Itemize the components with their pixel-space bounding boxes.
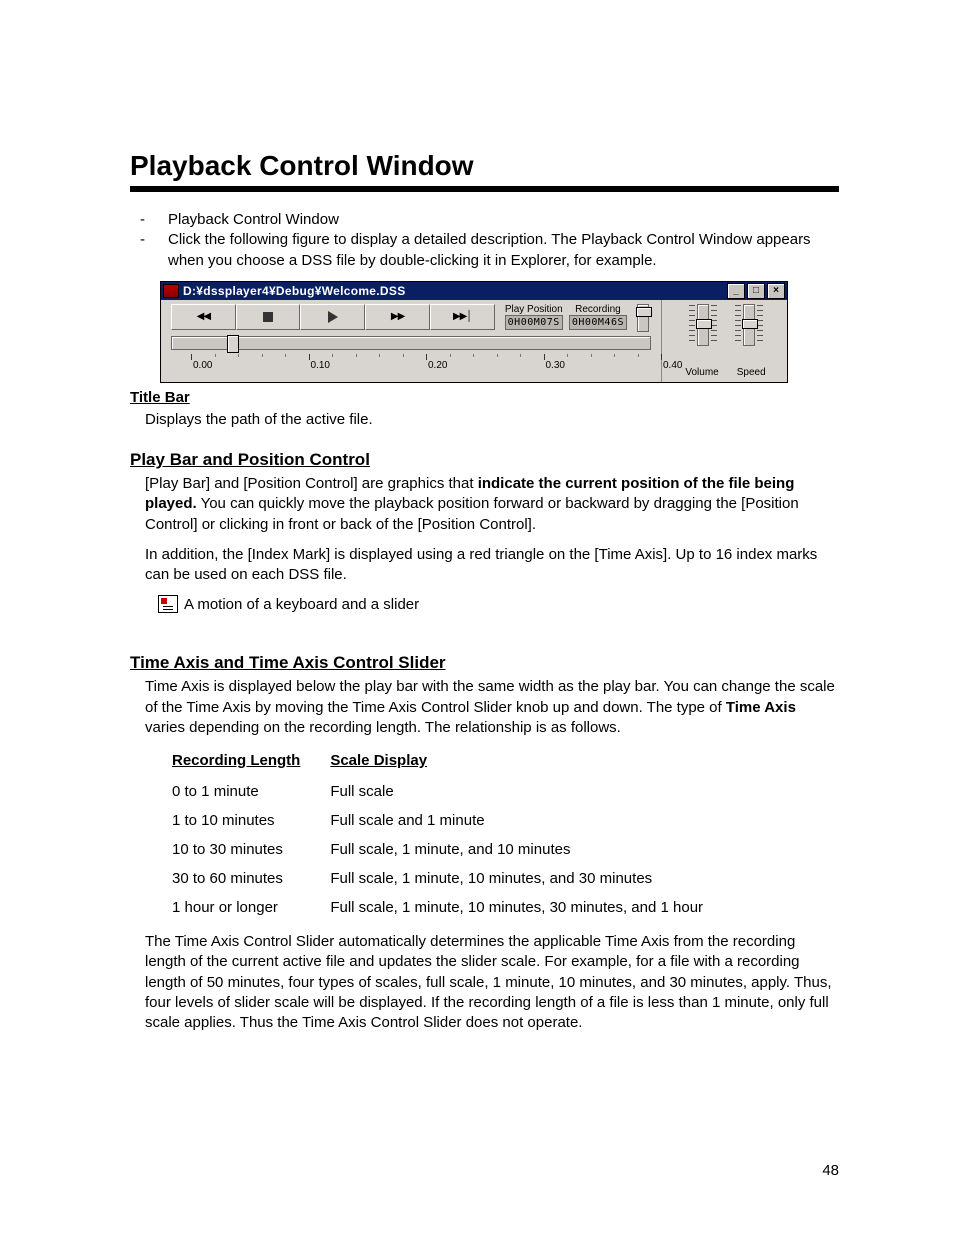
recording-label: Recording (575, 304, 621, 315)
play-position-label: Play Position (505, 304, 563, 315)
table-row: 10 to 30 minutesFull scale, 1 minute, an… (172, 835, 733, 864)
cell-scale-display: Full scale, 1 minute, 10 minutes, 30 min… (330, 893, 733, 922)
tick (544, 354, 545, 360)
table-row: 1 hour or longerFull scale, 1 minute, 10… (172, 893, 733, 922)
cell-recording-length: 10 to 30 minutes (172, 835, 330, 864)
tick (309, 354, 310, 360)
section-head-play-bar: Play Bar and Position Control (130, 450, 839, 470)
stop-button[interactable] (236, 304, 301, 330)
col-recording-length: Recording Length (172, 748, 330, 777)
play-bar[interactable] (171, 336, 651, 350)
motion-note: A motion of a keyboard and a slider (158, 595, 839, 613)
volume-label: Volume (685, 367, 718, 378)
fast-forward-button[interactable]: ▶▶ (365, 304, 430, 330)
title-bar-text: Displays the path of the active file. (145, 410, 839, 430)
time-axis-p1: Time Axis is displayed below the play ba… (145, 677, 839, 738)
table-row: 1 to 10 minutesFull scale and 1 minute (172, 806, 733, 835)
motion-note-text: A motion of a keyboard and a slider (184, 596, 419, 613)
speed-label: Speed (737, 367, 766, 378)
tick-label: 0.20 (428, 360, 447, 371)
cell-recording-length: 1 hour or longer (172, 893, 330, 922)
play-bar-p1: [Play Bar] and [Position Control] are gr… (145, 474, 839, 535)
section-head-title-bar: Title Bar (130, 389, 839, 406)
cell-scale-display: Full scale (330, 777, 733, 806)
bullet-item: - Click the following figure to display … (140, 230, 839, 271)
page-title: Playback Control Window (130, 150, 839, 182)
maximize-button[interactable]: □ (747, 283, 765, 299)
position-readouts: Play Position 0H00M07S Recording 0H00M46… (505, 304, 627, 330)
bullet-text: Click the following figure to display a … (168, 230, 839, 271)
app-icon (163, 284, 179, 298)
rewind-button[interactable]: ◀◀ (171, 304, 236, 330)
play-position-value: 0H00M07S (505, 315, 563, 330)
cell-recording-length: 30 to 60 minutes (172, 864, 330, 893)
tick (426, 354, 427, 360)
bullet-text: Playback Control Window (168, 210, 339, 230)
motion-icon (158, 595, 178, 613)
time-axis-control-slider[interactable] (637, 304, 651, 332)
time-axis: 0.000.100.200.300.40 (171, 354, 651, 376)
tick-label: 0.10 (311, 360, 330, 371)
cell-scale-display: Full scale, 1 minute, 10 minutes, and 30… (330, 864, 733, 893)
volume-slider[interactable] (697, 304, 709, 346)
section-head-time-axis: Time Axis and Time Axis Control Slider (130, 653, 839, 673)
table-row: 30 to 60 minutesFull scale, 1 minute, 10… (172, 864, 733, 893)
table-row: 0 to 1 minuteFull scale (172, 777, 733, 806)
col-scale-display: Scale Display (330, 748, 733, 777)
scale-table: Recording Length Scale Display 0 to 1 mi… (172, 748, 733, 922)
cell-recording-length: 1 to 10 minutes (172, 806, 330, 835)
tick (661, 354, 662, 360)
minimize-button[interactable]: _ (727, 283, 745, 299)
cell-scale-display: Full scale and 1 minute (330, 806, 733, 835)
cell-scale-display: Full scale, 1 minute, and 10 minutes (330, 835, 733, 864)
tick (191, 354, 192, 360)
time-axis-p2: The Time Axis Control Slider automatical… (145, 932, 839, 1033)
position-control-knob[interactable] (227, 335, 239, 353)
figure-title-text: D:¥dssplayer4¥Debug¥Welcome.DSS (183, 284, 725, 298)
tick-label: 0.00 (193, 360, 212, 371)
title-rule (130, 186, 839, 192)
play-bar-p2: In addition, the [Index Mark] is display… (145, 545, 839, 586)
playback-window-figure[interactable]: D:¥dssplayer4¥Debug¥Welcome.DSS _ □ × ◀◀… (160, 281, 788, 383)
close-button[interactable]: × (767, 283, 785, 299)
play-button[interactable] (300, 304, 365, 330)
bullet-item: - Playback Control Window (140, 210, 839, 230)
speed-slider[interactable] (743, 304, 755, 346)
recording-value: 0H00M46S (569, 315, 627, 330)
skip-end-button[interactable]: ▶▶│ (430, 304, 495, 330)
figure-titlebar: D:¥dssplayer4¥Debug¥Welcome.DSS _ □ × (161, 282, 787, 300)
tick-label: 0.30 (546, 360, 565, 371)
cell-recording-length: 0 to 1 minute (172, 777, 330, 806)
page-number: 48 (822, 1162, 839, 1179)
tick-label: 0.40 (663, 360, 682, 371)
